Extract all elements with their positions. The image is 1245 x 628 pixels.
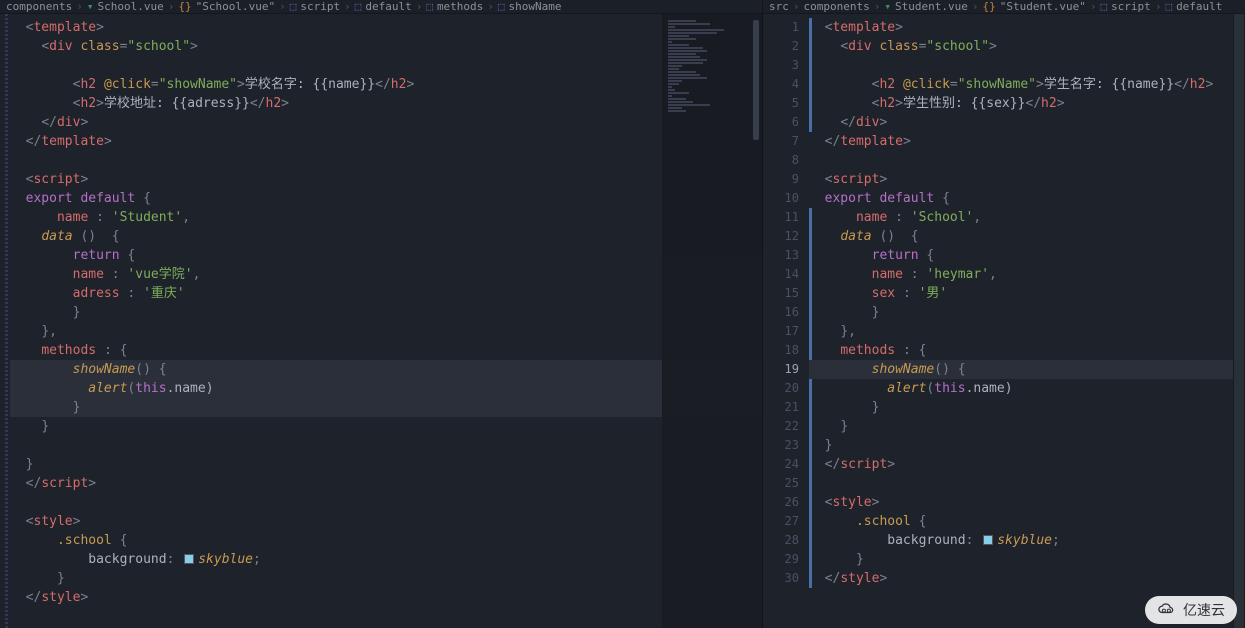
crumb-showname[interactable]: showName (509, 0, 562, 13)
breadcrumb[interactable]: components› ▾School.vue› {}"School.vue"›… (0, 0, 762, 14)
line-number: 22 (763, 417, 799, 436)
line-number: 20 (763, 379, 799, 398)
line-number: 23 (763, 436, 799, 455)
code-editor-left[interactable]: <template> <div class="school"> <h2 @cli… (0, 14, 762, 628)
color-swatch (184, 554, 194, 564)
line-number: 10 (763, 189, 799, 208)
line-number: 25 (763, 474, 799, 493)
line-number: 7 (763, 132, 799, 151)
line-number: 6 (763, 113, 799, 132)
line-number: 17 (763, 322, 799, 341)
line-number: 16 (763, 303, 799, 322)
watermark-badge: 亿速云 (1145, 596, 1237, 624)
crumb-file[interactable]: School.vue (97, 0, 163, 13)
minimap-preview (668, 20, 738, 113)
line-number: 30 (763, 569, 799, 588)
crumb-src[interactable]: src (769, 0, 789, 13)
code-editor-right[interactable]: 1234567891011121314151617181920212223242… (763, 14, 1245, 628)
cloud-icon (1157, 602, 1177, 618)
minimap[interactable] (662, 14, 762, 628)
minimap-viewport[interactable] (753, 20, 759, 140)
editor-pane-left: components› ▾School.vue› {}"School.vue"›… (0, 0, 763, 628)
line-number: 5 (763, 94, 799, 113)
line-number: 4 (763, 75, 799, 94)
line-number: 9 (763, 170, 799, 189)
breadcrumb[interactable]: src› components› ▾Student.vue› {}"Studen… (763, 0, 1245, 14)
line-number: 26 (763, 493, 799, 512)
line-number: 24 (763, 455, 799, 474)
code-area-right[interactable]: <template> <div class="school"> <h2 @cli… (809, 14, 1245, 628)
crumb-default[interactable]: default (1176, 0, 1222, 13)
line-gutter: 1234567891011121314151617181920212223242… (763, 14, 809, 628)
line-number: 8 (763, 151, 799, 170)
crumb-region[interactable]: "School.vue" (196, 0, 275, 13)
line-number: 29 (763, 550, 799, 569)
crumb-methods[interactable]: methods (437, 0, 483, 13)
fold-indicator (5, 14, 8, 628)
editor-pane-right: src› components› ▾Student.vue› {}"Studen… (763, 0, 1245, 628)
line-number: 14 (763, 265, 799, 284)
line-number: 13 (763, 246, 799, 265)
line-number: 15 (763, 284, 799, 303)
crumb-script[interactable]: script (1111, 0, 1151, 13)
scrollbar[interactable] (1233, 14, 1245, 628)
workspace: components› ▾School.vue› {}"School.vue"›… (0, 0, 1245, 628)
code-area-left[interactable]: <template> <div class="school"> <h2 @cli… (10, 14, 762, 628)
line-number: 3 (763, 56, 799, 75)
tag-template: template (33, 20, 96, 35)
line-number: 12 (763, 227, 799, 246)
color-swatch (983, 535, 993, 545)
crumb-components[interactable]: components (804, 0, 870, 13)
scrollbar-thumb[interactable] (1234, 14, 1244, 628)
line-number: 19 (763, 360, 799, 379)
watermark-text: 亿速云 (1183, 600, 1225, 620)
line-number: 1 (763, 18, 799, 37)
line-number: 27 (763, 512, 799, 531)
crumb-region[interactable]: "Student.vue" (1000, 0, 1086, 13)
line-number: 18 (763, 341, 799, 360)
crumb-file[interactable]: Student.vue (895, 0, 968, 13)
line-number: 21 (763, 398, 799, 417)
line-number: 11 (763, 208, 799, 227)
crumb-default[interactable]: default (365, 0, 411, 13)
line-number: 2 (763, 37, 799, 56)
crumb-components[interactable]: components (6, 0, 72, 13)
crumb-script[interactable]: script (300, 0, 340, 13)
line-number: 28 (763, 531, 799, 550)
